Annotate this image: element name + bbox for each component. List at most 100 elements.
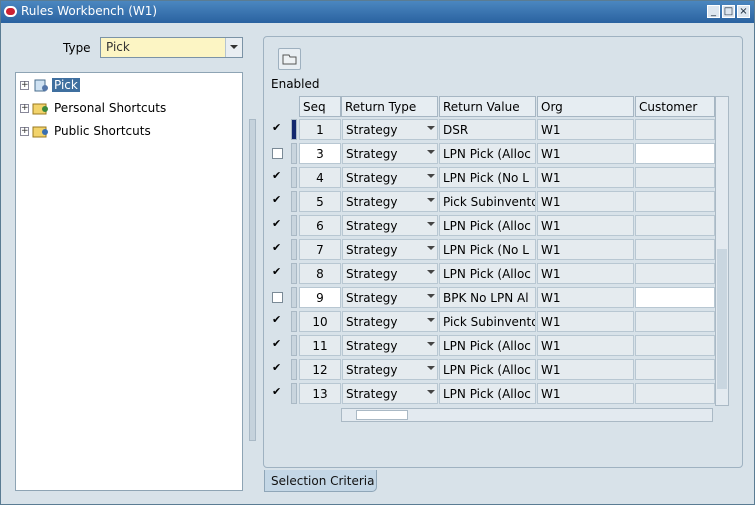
return-value-cell[interactable]: LPN Pick (Alloc bbox=[439, 383, 536, 404]
org-cell[interactable]: W1 bbox=[537, 119, 634, 140]
return-value-cell[interactable]: LPN Pick (Alloc bbox=[439, 263, 536, 284]
enabled-checkbox[interactable] bbox=[272, 241, 283, 255]
row-indicator[interactable] bbox=[291, 143, 297, 164]
grid-vertical-scrollbar[interactable] bbox=[715, 96, 729, 406]
row-indicator[interactable] bbox=[291, 335, 297, 356]
seq-cell[interactable]: 7 bbox=[299, 239, 341, 260]
org-cell[interactable]: W1 bbox=[537, 359, 634, 380]
row-indicator[interactable] bbox=[291, 311, 297, 332]
org-cell[interactable]: W1 bbox=[537, 335, 634, 356]
enabled-checkbox[interactable] bbox=[272, 337, 283, 351]
customer-cell[interactable] bbox=[635, 359, 715, 380]
return-value-cell[interactable]: Pick Subinvento bbox=[439, 191, 536, 212]
enabled-checkbox[interactable] bbox=[272, 292, 283, 303]
customer-cell[interactable] bbox=[635, 263, 715, 284]
seq-cell[interactable]: 10 bbox=[299, 311, 341, 332]
row-indicator[interactable] bbox=[291, 167, 297, 188]
return-value-cell[interactable]: LPN Pick (No L bbox=[439, 239, 536, 260]
row-indicator[interactable] bbox=[291, 239, 297, 260]
org-cell[interactable]: W1 bbox=[537, 383, 634, 404]
return-type-select[interactable]: Strategy bbox=[342, 359, 438, 380]
org-cell[interactable]: W1 bbox=[537, 143, 634, 164]
expand-icon[interactable]: + bbox=[20, 81, 29, 90]
customer-cell[interactable] bbox=[635, 239, 715, 260]
customer-cell[interactable] bbox=[635, 143, 715, 164]
close-icon[interactable]: × bbox=[737, 5, 750, 18]
row-indicator[interactable] bbox=[291, 191, 297, 212]
enabled-checkbox[interactable] bbox=[272, 313, 283, 327]
return-type-select[interactable]: Strategy bbox=[342, 383, 438, 404]
return-value-cell[interactable]: LPN Pick (Alloc bbox=[439, 359, 536, 380]
seq-cell[interactable]: 3 bbox=[299, 143, 341, 164]
customer-cell[interactable] bbox=[635, 287, 715, 308]
return-type-select[interactable]: Strategy bbox=[342, 119, 438, 140]
row-indicator[interactable] bbox=[291, 287, 297, 308]
scroll-thumb[interactable] bbox=[717, 249, 727, 389]
customer-cell[interactable] bbox=[635, 311, 715, 332]
row-indicator[interactable] bbox=[291, 263, 297, 284]
customer-cell[interactable] bbox=[635, 383, 715, 404]
return-type-select[interactable]: Strategy bbox=[342, 215, 438, 236]
customer-cell[interactable] bbox=[635, 215, 715, 236]
org-cell[interactable]: W1 bbox=[537, 311, 634, 332]
return-value-cell[interactable]: LPN Pick (Alloc bbox=[439, 215, 536, 236]
expand-icon[interactable]: + bbox=[20, 104, 29, 113]
seq-cell[interactable]: 1 bbox=[299, 119, 341, 140]
return-type-select[interactable]: Strategy bbox=[342, 239, 438, 260]
minimize-icon[interactable]: _ bbox=[707, 5, 720, 18]
seq-cell[interactable]: 4 bbox=[299, 167, 341, 188]
return-value-cell[interactable]: DSR bbox=[439, 119, 536, 140]
customer-cell[interactable] bbox=[635, 335, 715, 356]
splitter-handle[interactable] bbox=[249, 119, 256, 441]
maximize-icon[interactable]: □ bbox=[722, 5, 735, 18]
return-type-select[interactable]: Strategy bbox=[342, 167, 438, 188]
return-value-cell[interactable]: Pick Subinvento bbox=[439, 311, 536, 332]
enabled-checkbox[interactable] bbox=[272, 385, 283, 399]
chevron-down-icon bbox=[427, 174, 435, 178]
seq-cell[interactable]: 9 bbox=[299, 287, 341, 308]
seq-cell[interactable]: 6 bbox=[299, 215, 341, 236]
org-cell[interactable]: W1 bbox=[537, 239, 634, 260]
org-cell[interactable]: W1 bbox=[537, 167, 634, 188]
type-dropdown-button[interactable] bbox=[225, 38, 242, 57]
enabled-checkbox[interactable] bbox=[272, 361, 283, 375]
row-indicator[interactable] bbox=[291, 383, 297, 404]
enabled-checkbox[interactable] bbox=[272, 265, 283, 279]
scroll-thumb[interactable] bbox=[356, 410, 408, 420]
return-type-select[interactable]: Strategy bbox=[342, 191, 438, 212]
return-type-select[interactable]: Strategy bbox=[342, 287, 438, 308]
return-value-cell[interactable]: LPN Pick (Alloc bbox=[439, 335, 536, 356]
enabled-checkbox[interactable] bbox=[272, 148, 283, 159]
customer-cell[interactable] bbox=[635, 167, 715, 188]
org-cell[interactable]: W1 bbox=[537, 191, 634, 212]
return-value-cell[interactable]: LPN Pick (Alloc bbox=[439, 143, 536, 164]
return-value-cell[interactable]: LPN Pick (No L bbox=[439, 167, 536, 188]
return-type-select[interactable]: Strategy bbox=[342, 263, 438, 284]
org-cell[interactable]: W1 bbox=[537, 287, 634, 308]
expand-icon[interactable]: + bbox=[20, 127, 29, 136]
customer-cell[interactable] bbox=[635, 119, 715, 140]
seq-cell[interactable]: 5 bbox=[299, 191, 341, 212]
find-button[interactable] bbox=[278, 48, 301, 70]
type-select[interactable]: Pick bbox=[100, 37, 243, 58]
row-indicator[interactable] bbox=[291, 359, 297, 380]
seq-cell[interactable]: 8 bbox=[299, 263, 341, 284]
return-type-select[interactable]: Strategy bbox=[342, 311, 438, 332]
return-type-select[interactable]: Strategy bbox=[342, 143, 438, 164]
row-indicator[interactable] bbox=[291, 119, 297, 140]
org-cell[interactable]: W1 bbox=[537, 263, 634, 284]
grid-horizontal-scrollbar[interactable] bbox=[341, 408, 713, 422]
enabled-checkbox[interactable] bbox=[272, 217, 283, 231]
seq-cell[interactable]: 13 bbox=[299, 383, 341, 404]
enabled-checkbox[interactable] bbox=[272, 193, 283, 207]
seq-cell[interactable]: 11 bbox=[299, 335, 341, 356]
enabled-checkbox[interactable] bbox=[272, 169, 283, 183]
enabled-checkbox[interactable] bbox=[272, 121, 283, 135]
org-cell[interactable]: W1 bbox=[537, 215, 634, 236]
customer-cell[interactable] bbox=[635, 191, 715, 212]
row-indicator[interactable] bbox=[291, 215, 297, 236]
seq-cell[interactable]: 12 bbox=[299, 359, 341, 380]
return-type-select[interactable]: Strategy bbox=[342, 335, 438, 356]
return-value-cell[interactable]: BPK No LPN Al bbox=[439, 287, 536, 308]
tab-selection-criteria[interactable]: Selection Criteria bbox=[264, 470, 377, 492]
